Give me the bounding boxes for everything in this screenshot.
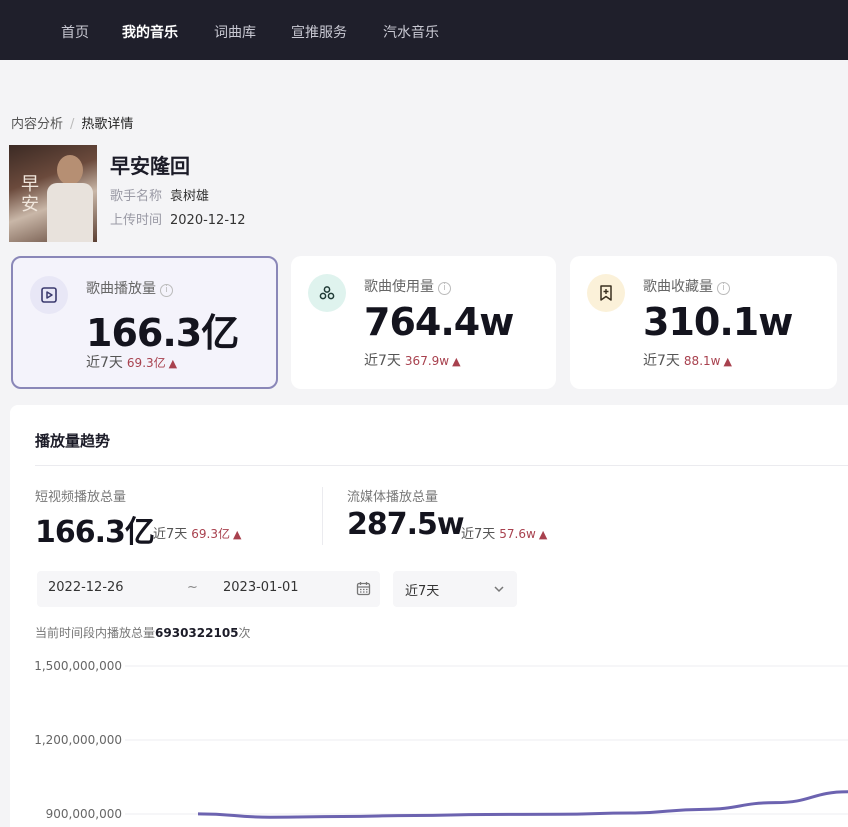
info-icon[interactable]: i — [160, 284, 173, 297]
nav-item-home[interactable]: 首页 — [61, 22, 89, 42]
stat-delta: 367.9w — [404, 354, 450, 368]
usage-circles-icon — [308, 274, 346, 312]
y-tick-label: 900,000,000 — [46, 807, 122, 821]
bookmark-plus-icon — [587, 274, 625, 312]
period-select-value: 近7天 — [405, 584, 440, 599]
streaming-label: 流媒体播放总量 — [347, 490, 439, 505]
y-tick-label: 1,500,000,000 — [34, 659, 122, 673]
top-nav: 首页 我的音乐 词曲库 宣推服务 汽水音乐 — [0, 0, 848, 60]
date-range-picker[interactable]: 2022-12-26 ~ 2023-01-01 — [37, 571, 380, 607]
song-title: 早安隆回 — [110, 154, 190, 178]
stat-label: 歌曲播放量 i — [86, 278, 173, 298]
stat-card-plays[interactable]: 歌曲播放量 i 166.3亿 近7天 69.3亿 ▲ — [11, 256, 278, 389]
singer-row: 歌手名称 袁树雄 — [110, 185, 209, 204]
breadcrumb: 内容分析 / 热歌详情 — [11, 113, 133, 132]
stat-label: 歌曲使用量 i — [364, 276, 451, 296]
album-cover: 早安 — [9, 145, 97, 242]
nav-item-lyrics-library[interactable]: 词曲库 — [214, 22, 256, 42]
trend-title: 播放量趋势 — [35, 432, 111, 450]
trend-panel: 播放量趋势 短视频播放总量 166.3亿 近7天 69.3亿 ▲ 流媒体播放总量 2… — [10, 405, 848, 827]
nav-item-my-music[interactable]: 我的音乐 — [122, 22, 178, 42]
breadcrumb-separator: / — [70, 117, 75, 132]
stat-value: 166.3亿 — [86, 311, 239, 355]
up-arrow-icon: ▲ — [538, 528, 548, 541]
singer-name: 袁树雄 — [170, 189, 210, 204]
stat-value: 310.1w — [643, 300, 793, 344]
short-video-delta: 69.3亿 — [191, 527, 231, 541]
stat-card-usage[interactable]: 歌曲使用量 i 764.4w 近7天 367.9w ▲ — [291, 256, 556, 389]
stat-label: 歌曲收藏量 i — [643, 276, 730, 296]
singer-label: 歌手名称 — [110, 189, 163, 204]
nav-item-qishui-music[interactable]: 汽水音乐 — [383, 22, 439, 42]
calendar-icon[interactable] — [356, 581, 371, 596]
stat-period: 近7天 88.1w ▲ — [643, 353, 732, 369]
upload-row: 上传时间 2020-12-12 — [110, 209, 246, 228]
period-select[interactable]: 近7天 — [393, 571, 517, 607]
streaming-value: 287.5w — [347, 507, 465, 542]
divider — [35, 465, 848, 466]
short-video-label: 短视频播放总量 — [35, 490, 127, 505]
streaming-period: 近7天 57.6w ▲ — [461, 527, 548, 542]
info-icon[interactable]: i — [717, 282, 730, 295]
streaming-delta: 57.6w — [499, 527, 536, 541]
upload-date: 2020-12-12 — [170, 213, 246, 228]
play-video-icon — [30, 276, 68, 314]
date-separator: ~ — [187, 580, 198, 595]
trend-chart: 1,500,000,000 1,200,000,000 900,000,000 — [34, 659, 848, 821]
series-line — [197, 790, 848, 819]
date-start[interactable]: 2022-12-26 — [48, 580, 124, 595]
up-arrow-icon: ▲ — [168, 357, 178, 370]
breadcrumb-current: 热歌详情 — [81, 117, 134, 132]
up-arrow-icon: ▲ — [723, 355, 732, 368]
short-video-value: 166.3亿 — [35, 515, 155, 550]
stat-value: 764.4w — [364, 300, 514, 344]
y-tick-label: 1,200,000,000 — [34, 733, 122, 747]
stat-period: 近7天 69.3亿 ▲ — [86, 355, 178, 371]
short-video-period: 近7天 69.3亿 ▲ — [153, 527, 242, 542]
chevron-down-icon — [494, 586, 504, 593]
kpi-divider — [322, 487, 323, 545]
upload-label: 上传时间 — [110, 213, 163, 228]
nav-item-promotion[interactable]: 宣推服务 — [291, 22, 347, 42]
up-arrow-icon: ▲ — [233, 528, 242, 541]
stat-delta: 69.3亿 — [126, 356, 166, 370]
breadcrumb-parent[interactable]: 内容分析 — [11, 117, 63, 132]
up-arrow-icon: ▲ — [452, 355, 461, 368]
date-end[interactable]: 2023-01-01 — [223, 580, 299, 595]
stat-card-favorites[interactable]: 歌曲收藏量 i 310.1w 近7天 88.1w ▲ — [570, 256, 837, 389]
info-icon[interactable]: i — [438, 282, 451, 295]
stat-delta: 88.1w — [683, 354, 721, 368]
period-total: 当前时间段内播放总量6930322105次 — [35, 626, 251, 640]
period-total-value: 6930322105 — [155, 626, 239, 640]
stat-period: 近7天 367.9w ▲ — [364, 353, 461, 369]
